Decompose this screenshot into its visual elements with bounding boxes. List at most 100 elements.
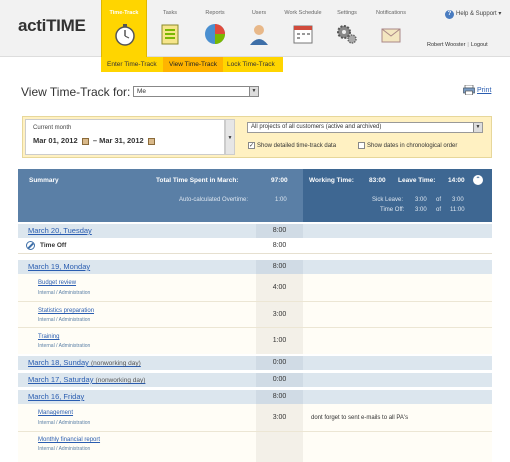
nonworking-note: (nonworking day) (95, 377, 146, 384)
time-off-row: Time Off 8:00 (18, 238, 492, 254)
task-link[interactable]: Budget review (38, 280, 76, 286)
time-off-of: of (436, 207, 442, 213)
time-off-value: 3:00 (415, 207, 427, 213)
pie-chart-icon (205, 24, 225, 44)
chevron-down-icon: ▼ (473, 123, 482, 132)
task-time: 3:00 (256, 302, 303, 327)
envelope-icon (381, 28, 401, 43)
nav-label: Users (251, 10, 267, 16)
calendar-icon[interactable] (81, 137, 89, 145)
day-link[interactable]: March 20, Tuesday (28, 226, 92, 235)
subnav-lock-time-track[interactable]: Lock Time-Track (221, 57, 281, 72)
chronological-label: Show dates in chronological order (367, 143, 458, 150)
calendar-icon (293, 25, 313, 44)
chevron-down-icon: ▼ (249, 87, 258, 96)
help-icon: ? (445, 10, 454, 19)
nav-users[interactable]: Users (236, 0, 282, 57)
print-link[interactable]: Print (477, 87, 491, 94)
date-from[interactable]: Mar 01, 2012 (33, 136, 78, 145)
working-time-label: Working Time: (309, 177, 354, 184)
logout-link[interactable]: Logout (471, 42, 488, 48)
day-total: 0:00 (256, 356, 303, 370)
nav-tasks[interactable]: Tasks (147, 0, 193, 57)
show-details-checkbox[interactable]: ✓ (248, 142, 255, 149)
date-range: Mar 01, 2012 – Mar 31, 2012 (33, 136, 155, 145)
day-header-row: March 20, Tuesday 8:00 (18, 224, 492, 238)
page-title: View Time-Track for: (21, 85, 131, 99)
sick-leave-value: 3:00 (415, 197, 427, 203)
task-link[interactable]: Training (38, 334, 59, 340)
task-row: Budget review Internal / Administration … (18, 274, 492, 302)
overtime-value: 1:00 (275, 197, 287, 203)
task-link[interactable]: Monthly financial report (38, 437, 100, 443)
app-logo[interactable]: actiTIME (18, 16, 86, 36)
nav-label: Notifications (376, 10, 406, 16)
task-time: 3:00 (256, 404, 303, 431)
task-time (256, 432, 303, 462)
nav-label: Reports (205, 10, 225, 16)
day-link[interactable]: March 17, Saturday (nonworking day) (28, 375, 145, 384)
printer-icon[interactable] (463, 85, 475, 95)
nav-label: Settings (337, 10, 357, 16)
nav-label: Work Schedule (284, 10, 322, 16)
sick-leave-total: 3:00 (452, 197, 464, 203)
projects-select-value: All projects of all customers (active an… (251, 124, 382, 130)
task-row: Monthly financial report Internal / Admi… (18, 432, 492, 462)
subnav-enter-time-track[interactable]: Enter Time-Track (101, 57, 163, 72)
stopwatch-icon (115, 24, 135, 46)
nav-label: Tasks (162, 10, 178, 16)
task-customer-project: Internal / Administration (38, 343, 91, 349)
user-name: Robert Wooster (427, 42, 466, 48)
help-support-menu[interactable]: ? Help & Support ▾ (445, 10, 501, 19)
period-label: Current month (33, 125, 72, 131)
sick-leave-of: of (436, 197, 442, 203)
show-details-option[interactable]: ✓ Show detailed time-track data (248, 142, 336, 149)
task-row: Statistics preparation Internal / Admini… (18, 302, 492, 328)
tasks-icon (161, 24, 179, 45)
calendar-icon[interactable] (147, 137, 155, 145)
day-link[interactable]: March 18, Sunday (nonworking day) (28, 358, 141, 367)
day-link[interactable]: March 19, Monday (28, 262, 90, 271)
task-time: 4:00 (256, 274, 303, 301)
chronological-checkbox[interactable] (358, 142, 365, 149)
total-time-value: 97:00 (271, 177, 288, 184)
date-separator: – (92, 136, 97, 145)
task-link[interactable]: Statistics preparation (38, 308, 94, 314)
projects-select[interactable]: All projects of all customers (active an… (247, 122, 483, 133)
user-select[interactable]: Me ▼ (133, 86, 259, 97)
period-dropdown-button[interactable]: ▼ (225, 119, 235, 155)
task-customer-project: Internal / Administration (38, 290, 91, 296)
time-off-label: Time Off (40, 242, 67, 249)
nav-time-track[interactable]: Time-Track (101, 0, 147, 57)
day-header-row: March 18, Sunday (nonworking day) 0:00 (18, 356, 492, 370)
nav-notifications[interactable]: Notifications (368, 0, 414, 57)
task-customer-project: Internal / Administration (38, 420, 91, 426)
day-header-row: March 19, Monday 8:00 (18, 260, 492, 274)
show-details-label: Show detailed time-track data (257, 143, 337, 150)
collapse-summary-icon[interactable]: ⌃ (473, 175, 483, 185)
task-customer-project: Internal / Administration (38, 317, 91, 323)
date-to[interactable]: Mar 31, 2012 (99, 136, 144, 145)
task-link[interactable]: Management (38, 410, 73, 416)
nav-settings[interactable]: Settings (324, 0, 370, 57)
working-time-value: 83:00 (369, 177, 386, 184)
day-header-row: March 17, Saturday (nonworking day) 0:00 (18, 373, 492, 387)
nav-reports[interactable]: Reports (192, 0, 238, 57)
nav-label: Time-Track (109, 10, 139, 16)
leave-time-label: Leave Time: (398, 177, 436, 184)
day-link[interactable]: March 16, Friday (28, 392, 84, 401)
day-total: 0:00 (256, 373, 303, 387)
subnav: Enter Time-Track View Time-Track Lock Ti… (101, 57, 283, 72)
nav-work-schedule[interactable]: Work Schedule (280, 0, 326, 57)
subnav-view-time-track[interactable]: View Time-Track (163, 57, 224, 72)
user-info: Robert Wooster | Logout (427, 42, 488, 48)
day-total: 8:00 (256, 224, 303, 238)
gears-icon (337, 25, 357, 44)
chronological-option[interactable]: Show dates in chronological order (358, 142, 457, 149)
summary-panel: Summary Total Time Spent in March: 97:00… (18, 169, 303, 222)
day-header-row: March 16, Friday 8:00 (18, 390, 492, 404)
summary-time-panel: Working Time: 83:00 Leave Time: 14:00 Si… (303, 169, 492, 222)
help-label: Help & Support (456, 11, 497, 17)
summary-title: Summary (29, 177, 59, 184)
task-customer-project: Internal / Administration (38, 446, 91, 452)
